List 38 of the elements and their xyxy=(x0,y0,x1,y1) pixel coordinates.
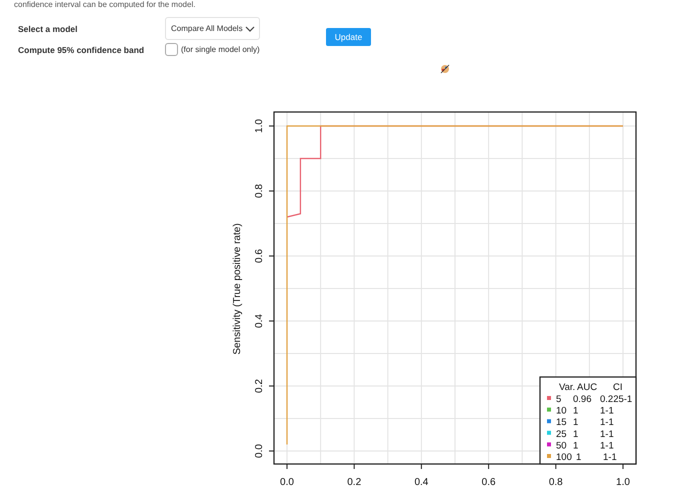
y-tick-label: 0.6 xyxy=(254,249,265,263)
legend-label: 1 xyxy=(573,440,578,452)
legend-header: AUC xyxy=(577,382,598,393)
legend-label: 1-1 xyxy=(603,452,617,463)
x-tick-label: 0.2 xyxy=(347,477,362,488)
legend-label: 1-1 xyxy=(600,428,614,440)
y-tick-label: 0.0 xyxy=(254,444,265,458)
legend-label: 50 xyxy=(556,440,567,452)
legend-label: 10 xyxy=(556,406,567,417)
legend-label: 100 xyxy=(556,452,572,463)
legend-label: 1-1 xyxy=(600,417,614,428)
legend-label: 0.96 xyxy=(573,394,592,405)
y-tick-label: 0.2 xyxy=(254,379,265,393)
legend-label: 25 xyxy=(556,428,567,440)
checkbox-note: (for single model only) xyxy=(181,45,260,54)
legend-label: 1-1 xyxy=(600,440,614,452)
legend-label: 1 xyxy=(576,452,582,463)
legend-label: 1 xyxy=(573,428,578,440)
y-tick-label: 1.0 xyxy=(254,119,265,133)
y-axis-title: Sensitivity (True positive rate) xyxy=(232,223,243,355)
field-label: Compute 95% confidence band xyxy=(18,44,146,54)
legend-header: Var. xyxy=(559,382,576,393)
y-tick-label: 0.4 xyxy=(254,314,265,328)
legend-header: CI xyxy=(613,382,622,393)
legend-label: 5 xyxy=(556,394,562,405)
x-tick-label: 0.6 xyxy=(482,477,496,488)
legend-label: 15 xyxy=(556,417,567,428)
x-tick-label: 0.0 xyxy=(280,477,294,488)
field-label: Select a model xyxy=(18,24,79,34)
legend-label: 1-1 xyxy=(600,406,614,417)
x-tick-label: 0.8 xyxy=(548,477,563,488)
x-tick-label: 0.4 xyxy=(414,477,428,488)
legend-label: 0.225-1 xyxy=(600,394,632,405)
legend-label: 1 xyxy=(573,417,578,428)
legend-label: 1 xyxy=(573,406,578,417)
intro-text: confidence interval can be computed for the model. xyxy=(13,0,196,9)
y-tick-label: 0.8 xyxy=(254,184,265,198)
x-tick-label: 1.0 xyxy=(616,477,630,488)
